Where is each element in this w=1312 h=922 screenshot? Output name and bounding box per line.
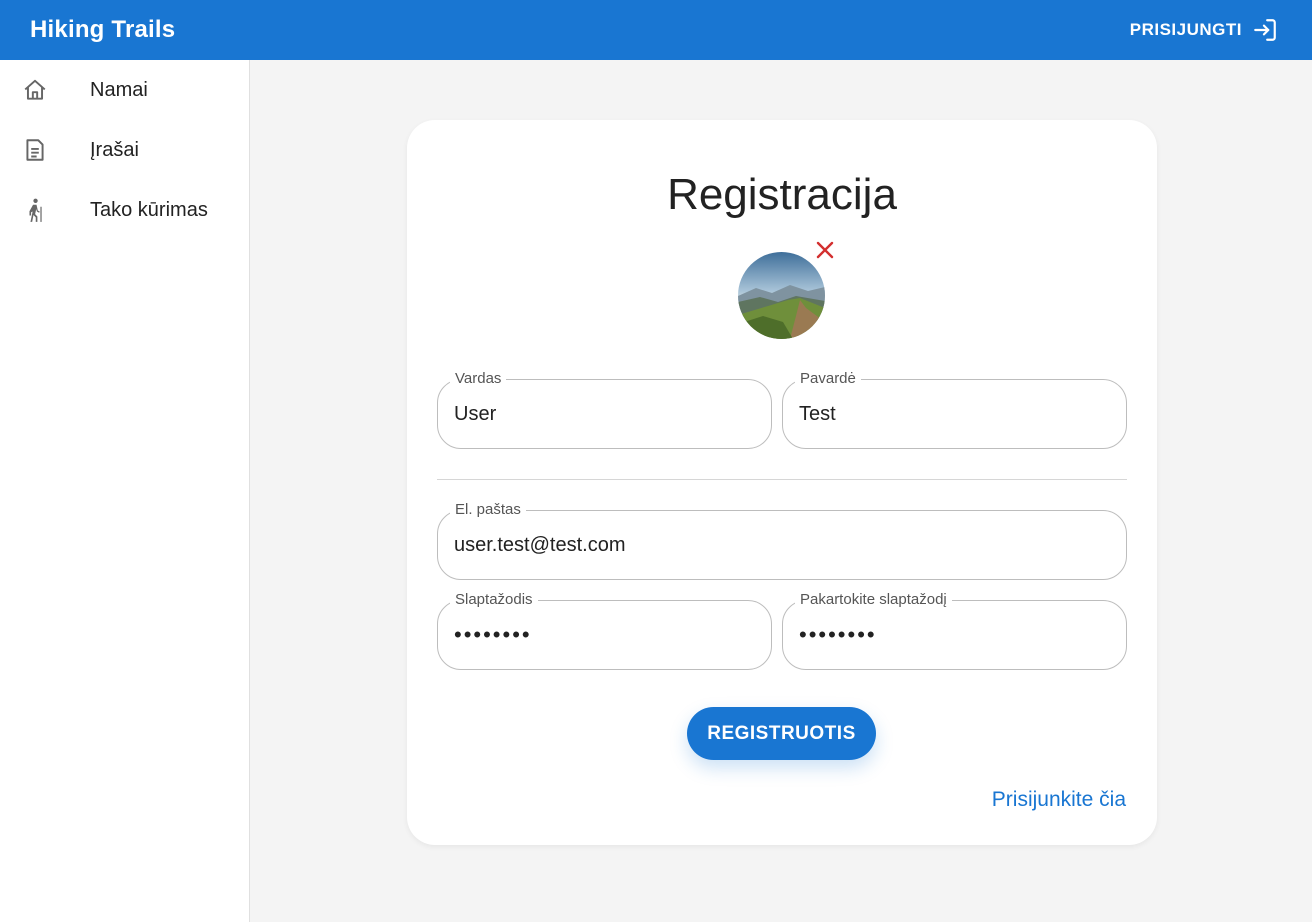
sidebar-item-label: Namai [90, 78, 148, 101]
sidebar-item-records[interactable]: Įrašai [0, 120, 249, 180]
sidebar-item-label: Tako kūrimas [90, 198, 208, 221]
document-icon [22, 137, 48, 163]
sidebar-item-home[interactable]: Namai [0, 60, 249, 120]
login-button[interactable]: PRISIJUNGTI [1130, 17, 1278, 43]
first-name-input[interactable] [454, 380, 755, 448]
hiker-icon [22, 197, 48, 223]
sidebar: Namai Įrašai Tako kūrimas [0, 60, 250, 922]
app-bar: Hiking Trails PRISIJUNGTI [0, 0, 1312, 60]
avatar[interactable] [738, 252, 825, 339]
repeat-password-field: Pakartokite slaptažodį [782, 590, 1127, 670]
last-name-input[interactable] [799, 380, 1110, 448]
divider [437, 479, 1127, 480]
repeat-password-input[interactable] [799, 601, 1110, 669]
login-icon [1254, 19, 1276, 41]
page-title: Registracija [667, 170, 897, 219]
login-link[interactable]: Prisijunkite čia [992, 788, 1126, 812]
app-title: Hiking Trails [30, 16, 176, 43]
last-name-field: Pavardė [782, 369, 1127, 449]
email-field: El. paštas [437, 500, 1127, 580]
close-icon [816, 241, 834, 259]
sidebar-item-label: Įrašai [90, 138, 139, 161]
first-name-field: Vardas [437, 369, 772, 449]
login-button-label: PRISIJUNGTI [1129, 20, 1242, 39]
register-button[interactable]: REGISTRUOTIS [687, 707, 876, 760]
email-input[interactable] [454, 511, 1110, 579]
home-icon [22, 77, 48, 103]
password-field: Slaptažodis [437, 590, 772, 670]
registration-card: Registracija Vardas Pavardė [407, 120, 1157, 845]
remove-avatar-button[interactable] [815, 240, 835, 260]
sidebar-item-trail-creation[interactable]: Tako kūrimas [0, 180, 249, 240]
password-input[interactable] [454, 601, 755, 669]
